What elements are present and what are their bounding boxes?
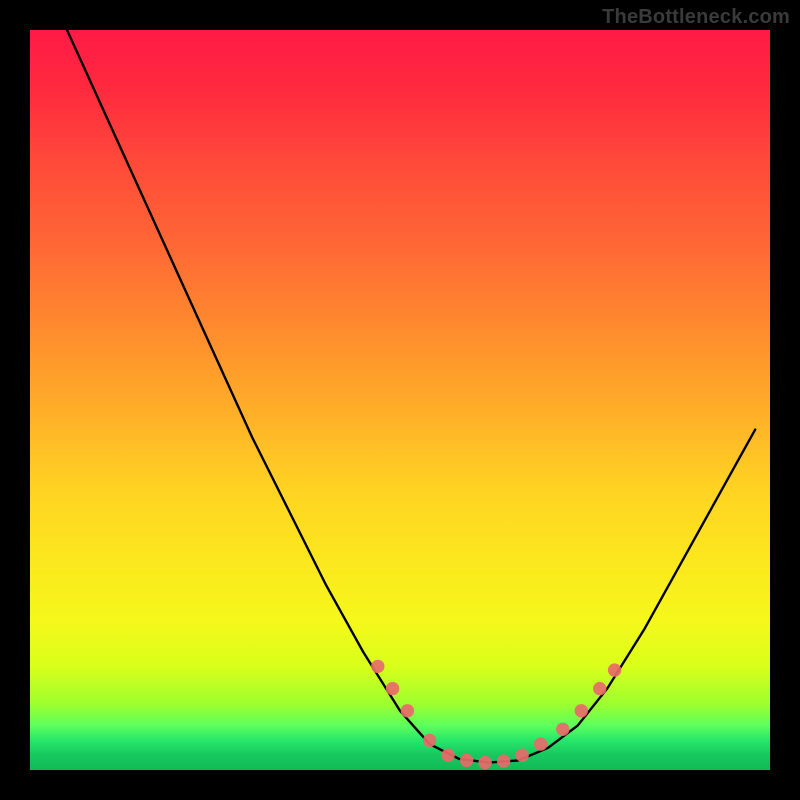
marker-dot <box>575 704 588 717</box>
marker-dot <box>401 704 414 717</box>
marker-dot <box>608 663 621 676</box>
bottleneck-curve <box>67 30 755 763</box>
marker-dot <box>386 682 399 695</box>
marker-dot <box>478 756 491 769</box>
marker-dot <box>515 749 528 762</box>
marker-group <box>371 660 621 770</box>
marker-dot <box>593 682 606 695</box>
plot-area <box>30 30 770 770</box>
marker-dot <box>556 723 569 736</box>
marker-dot <box>497 754 510 767</box>
marker-dot <box>460 754 473 767</box>
marker-dot <box>371 660 384 673</box>
marker-dot <box>423 734 436 747</box>
marker-dot <box>534 737 547 750</box>
chart-root: TheBottleneck.com <box>0 0 800 800</box>
marker-dot <box>441 749 454 762</box>
curve-layer <box>30 30 770 770</box>
watermark-text: TheBottleneck.com <box>602 6 790 29</box>
